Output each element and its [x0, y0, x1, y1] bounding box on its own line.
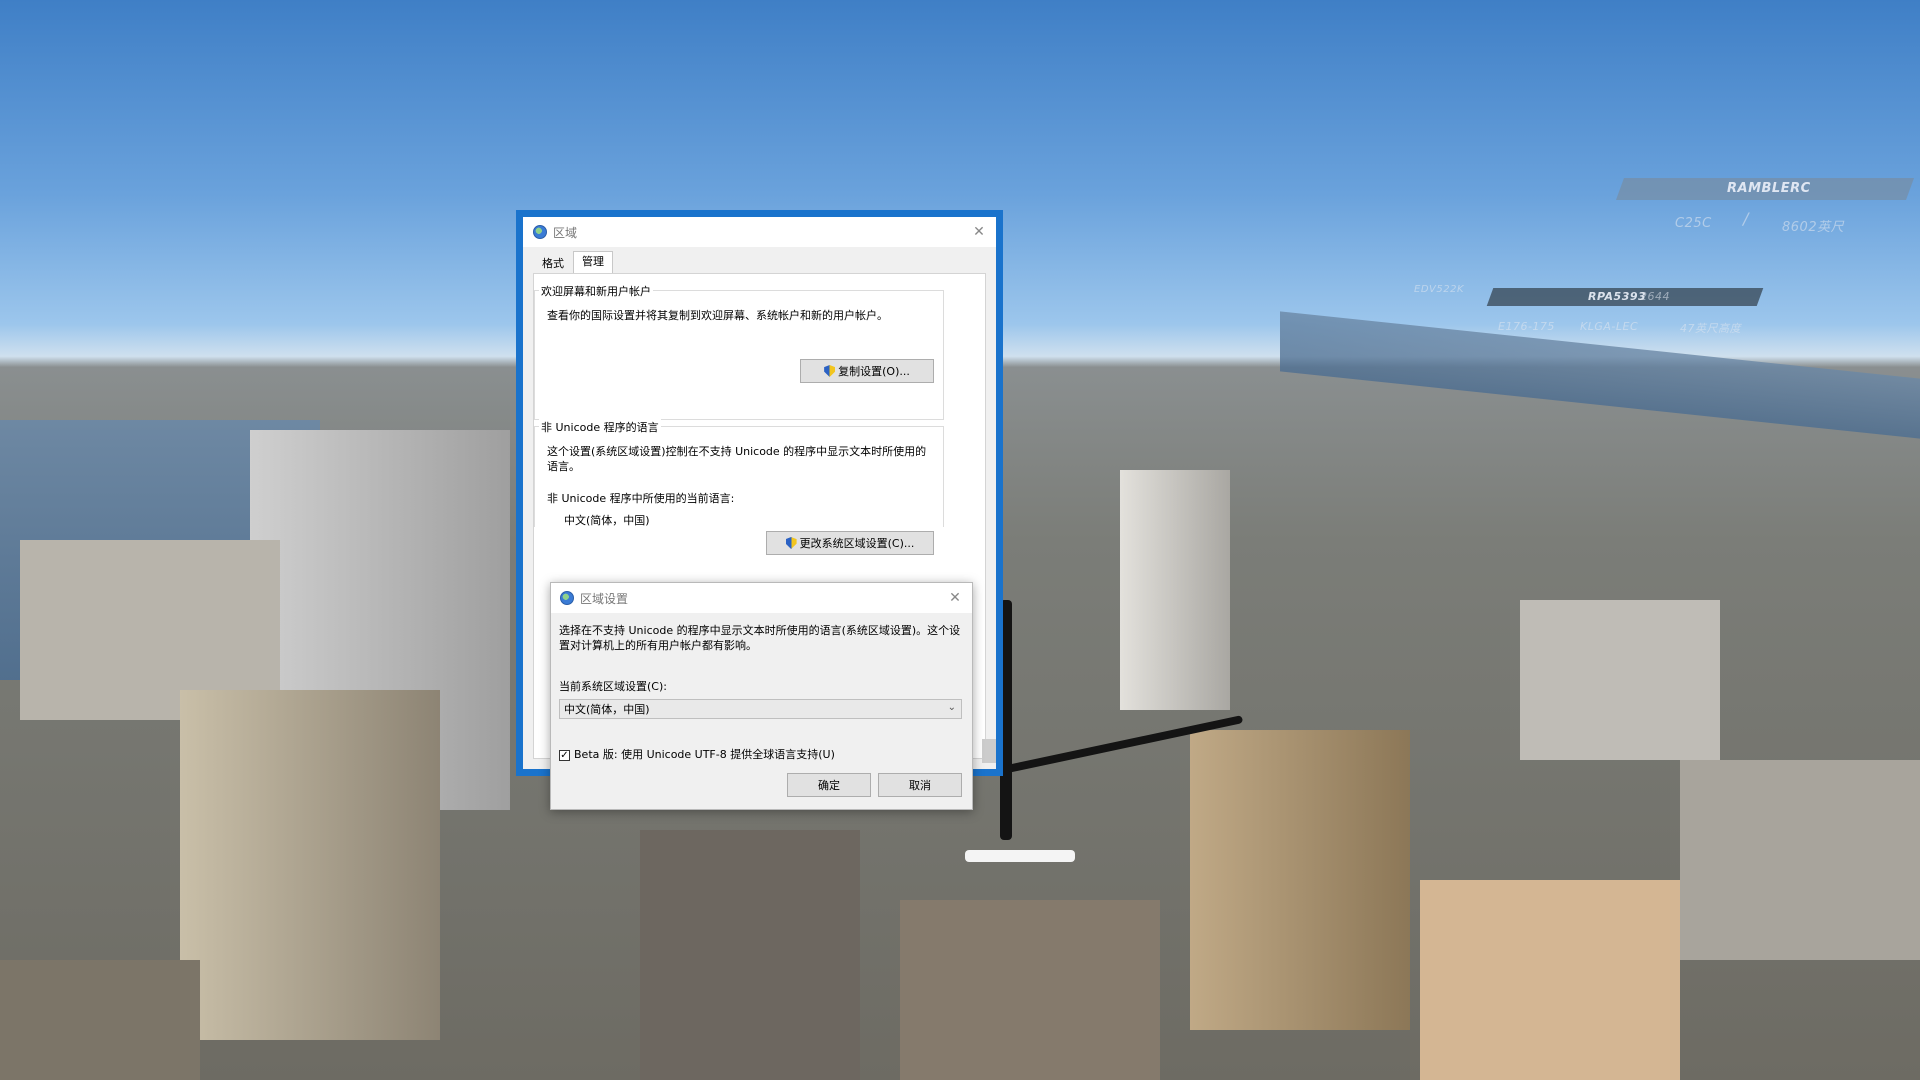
system-locale-value: 中文(简体，中国) [564, 703, 650, 716]
hud-traffic-altitude: 47英尺高度 [1680, 322, 1741, 335]
welcome-group-legend: 欢迎屏幕和新用户帐户 [539, 283, 653, 299]
hud-separator: / [1743, 209, 1749, 228]
building [0, 960, 200, 1080]
change-system-locale-button[interactable]: 更改系统区域设置(C)... [766, 531, 934, 555]
building [900, 900, 1160, 1080]
non-unicode-description: 这个设置(系统区域设置)控制在不支持 Unicode 的程序中显示文本时所使用的… [547, 445, 927, 473]
region-title: 区域 [553, 225, 578, 240]
drone-body [965, 850, 1075, 862]
globe-icon [533, 225, 547, 239]
locale-description: 选择在不支持 Unicode 的程序中显示文本时所使用的语言(系统区域设置)。这… [559, 624, 961, 652]
locale-titlebar[interactable]: 区域设置 ✕ [551, 583, 972, 613]
tab-formats[interactable]: 格式 [533, 253, 573, 275]
hud-traffic-ghost: 2644 [1640, 290, 1670, 303]
locale-title: 区域设置 [580, 591, 629, 606]
utf8-beta-checkbox[interactable]: ✓ [559, 750, 570, 761]
building [1520, 600, 1720, 760]
flight-sim-scene: RAMBLERC C25C / 8602英尺 EDV522K RPA5393 2… [0, 0, 1920, 1080]
tab-administrative[interactable]: 管理 [573, 251, 613, 275]
hud-altitude: 8602英尺 [1782, 220, 1845, 235]
chevron-down-icon: ⌄ [947, 702, 956, 713]
building [640, 830, 860, 1080]
locale-settings-dialog: 区域设置 ✕ 选择在不支持 Unicode 的程序中显示文本时所使用的语言(系统… [550, 582, 973, 810]
hud-callsign: RAMBLERC [1727, 181, 1811, 196]
change-system-locale-label: 更改系统区域设置(C)... [799, 537, 915, 550]
current-language-value: 中文(简体，中国) [564, 514, 650, 527]
region-tabs: 格式 管理 [533, 251, 613, 275]
uac-shield-icon [785, 537, 797, 549]
utf8-beta-label[interactable]: Beta 版: 使用 Unicode UTF-8 提供全球语言支持(U) [574, 747, 835, 762]
non-unicode-group: 非 Unicode 程序的语言 [534, 419, 944, 527]
hud-traffic-route-a: E176-175 [1498, 320, 1555, 333]
globe-icon [560, 591, 574, 605]
hud-small-label: EDV522K [1414, 284, 1465, 295]
non-unicode-group-legend: 非 Unicode 程序的语言 [539, 419, 661, 435]
copy-settings-button[interactable]: 复制设置(O)... [800, 359, 934, 383]
current-language-label: 非 Unicode 程序中所使用的当前语言: [547, 492, 735, 505]
building [1420, 880, 1680, 1080]
close-icon[interactable]: ✕ [946, 589, 964, 607]
building [1120, 470, 1230, 710]
close-icon[interactable]: ✕ [970, 223, 988, 241]
building [1190, 730, 1410, 1030]
hidden-button-edge [982, 739, 996, 763]
checkmark-icon: ✓ [560, 750, 569, 761]
building [180, 690, 440, 1040]
region-titlebar[interactable]: 区域 ✕ [523, 217, 996, 247]
cancel-button[interactable]: 取消 [878, 773, 962, 797]
building [1680, 760, 1920, 960]
current-locale-label: 当前系统区域设置(C): [559, 680, 667, 693]
hud-traffic-callsign: RPA5393 [1588, 290, 1647, 303]
hud-traffic-route-b: KLGA-LEC [1580, 320, 1639, 333]
ok-button[interactable]: 确定 [787, 773, 871, 797]
welcome-description: 查看你的国际设置并将其复制到欢迎屏幕、系统帐户和新的用户帐户。 [547, 309, 888, 322]
system-locale-select[interactable]: 中文(简体，中国) ⌄ [559, 699, 962, 719]
hud-aircraft-type: C25C [1675, 216, 1712, 231]
uac-shield-icon [824, 365, 836, 377]
copy-settings-label: 复制设置(O)... [838, 365, 910, 378]
